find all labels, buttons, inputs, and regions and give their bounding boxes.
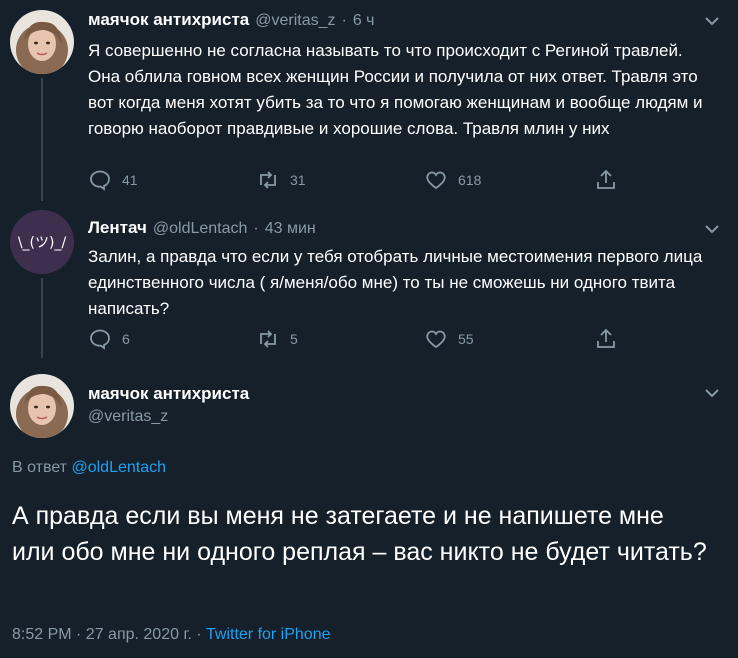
tweet-time[interactable]: 43 мин [265,220,316,238]
like-button[interactable]: 55 [424,327,474,351]
retweet-icon [260,330,276,348]
chevron-down-icon[interactable] [703,384,721,407]
separator-dot: · [341,12,347,29]
author-handle[interactable]: @veritas_z [255,12,335,30]
chevron-down-icon[interactable] [703,12,721,35]
retweet-icon [260,171,276,189]
share-icon [597,328,615,348]
avatar[interactable] [10,374,74,438]
author-name[interactable]: маячок антихриста [88,10,249,30]
tweet-timestamp[interactable]: 8:52 PM · 27 апр. 2020 г. · [12,626,202,643]
tweet-source[interactable]: Twitter for iPhone [206,626,331,643]
reply-button[interactable]: 6 [88,327,130,351]
share-button[interactable] [594,168,618,192]
like-count: 618 [458,172,482,188]
retweet-button[interactable]: 5 [256,327,298,351]
thread-line [41,278,43,358]
reply-icon [90,329,110,350]
separator-dot: · [253,220,259,237]
retweet-button[interactable]: 31 [256,168,306,192]
avatar[interactable] [10,10,74,74]
reply-to-link[interactable]: @oldLentach [71,459,166,476]
tweet-text: Залин, а правда что если у тебя отобрать… [88,247,703,318]
share-button[interactable] [594,327,618,351]
main-tweet-text: А правда если вы меня не затегаете и не … [12,502,707,566]
avatar[interactable]: \_(ツ)_/ [10,210,74,274]
reply-context: В ответ @oldLentach [12,459,166,477]
author-name[interactable]: Лентач [88,218,147,238]
chevron-down-icon[interactable] [703,220,721,243]
heart-icon [426,171,446,190]
thread-line [41,78,43,201]
like-button[interactable]: 618 [424,168,481,192]
author-name[interactable]: маячок антихриста [88,384,249,404]
retweet-count: 5 [290,331,298,347]
reply-count: 41 [122,172,138,188]
tweet-metadata: 8:52 PM · 27 апр. 2020 г. · Twitter for … [12,626,331,644]
avatar-text: \_(ツ)_/ [17,235,67,251]
author-handle[interactable]: @veritas_z [88,408,168,426]
reply-prefix: В ответ [12,459,68,476]
like-count: 55 [458,331,474,347]
reply-button[interactable]: 41 [88,168,138,192]
heart-icon [426,330,446,349]
retweet-count: 31 [290,172,306,188]
tweet-time[interactable]: 6 ч [353,12,375,30]
reply-icon [90,170,110,191]
share-icon [597,169,615,189]
reply-count: 6 [122,331,130,347]
tweet-text: Я совершенно не согласна называть то что… [88,41,703,138]
author-handle[interactable]: @oldLentach [153,220,248,238]
